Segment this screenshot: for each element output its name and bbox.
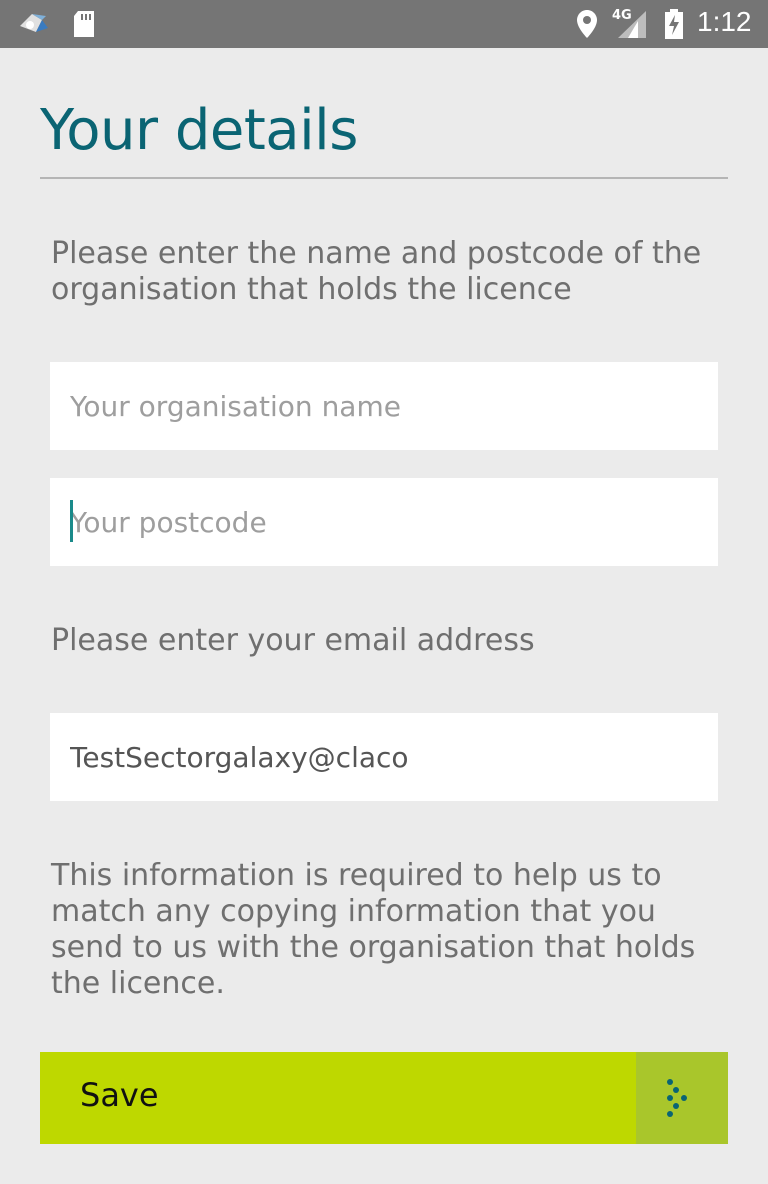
title-divider [40,177,728,179]
status-bar: 4G 1:12 [0,0,768,48]
organisation-field[interactable] [50,362,718,450]
dotted-arrow-icon [667,1079,687,1117]
postcode-field[interactable] [50,478,718,566]
email-prompt: Please enter your email address [51,623,535,658]
save-button[interactable]: Save [40,1052,728,1144]
text-cursor [70,500,73,542]
location-icon [576,9,598,39]
battery-charging-icon [663,9,685,39]
intro-text: Please enter the name and postcode of th… [51,236,702,307]
network-type-label: 4G [612,8,632,23]
organisation-input[interactable] [50,362,718,450]
postcode-input[interactable] [50,478,718,566]
page-title: Your details [40,98,358,163]
app-notification-icon [18,10,54,38]
email-input[interactable] [50,713,718,801]
clock: 1:12 [697,6,752,37]
email-field[interactable] [50,713,718,801]
save-arrow-box[interactable] [636,1052,728,1144]
sd-card-icon [72,10,96,38]
save-label: Save [80,1076,159,1114]
info-text: This information is required to help us … [51,858,696,1001]
